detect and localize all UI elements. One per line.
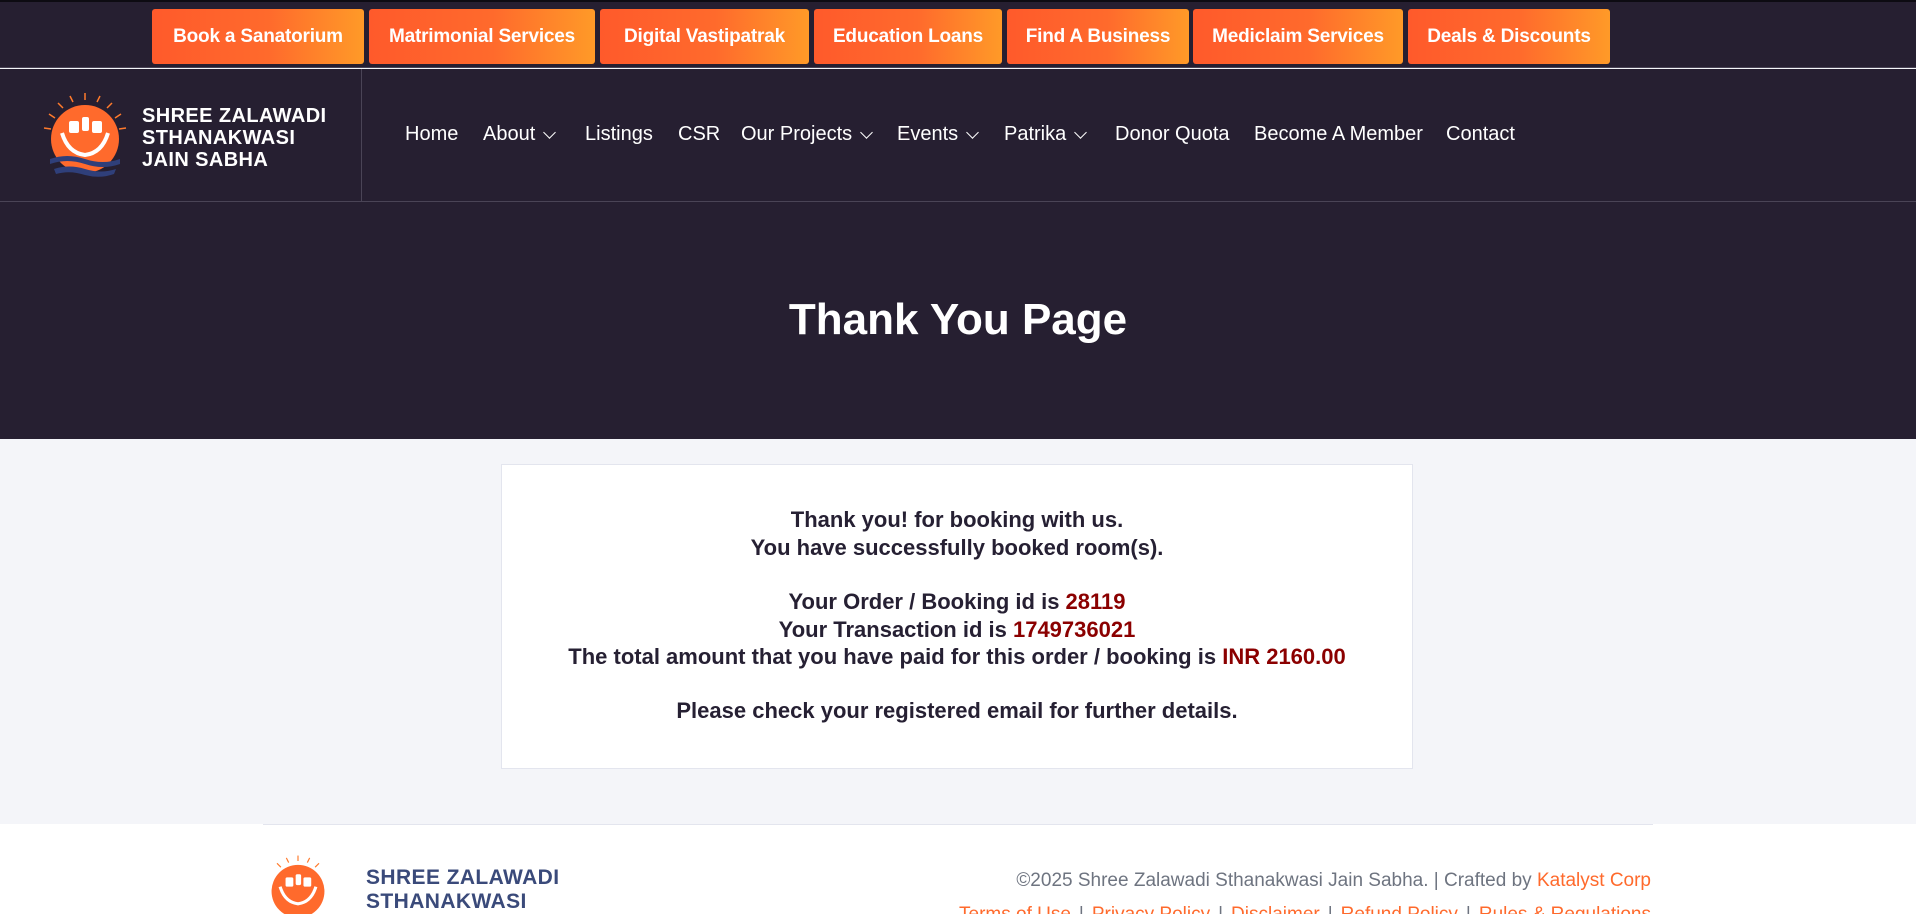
sabha-logo-icon: [43, 93, 127, 177]
nav-patrika-label: Patrika: [1004, 123, 1067, 145]
disclaimer-link[interactable]: Disclaimer: [1231, 904, 1320, 914]
chevron-down-icon: [860, 125, 874, 139]
service-bar: Book a Sanatorium Matrimonial Services D…: [0, 0, 1916, 68]
nav-donor-quota[interactable]: Donor Quota: [1115, 123, 1230, 146]
page-hero: Thank You Page: [0, 202, 1916, 439]
nav-become-member[interactable]: Become A Member: [1254, 123, 1423, 146]
logo-line-1: SHREE ZALAWADI: [142, 105, 327, 127]
nav-csr-label: CSR: [678, 123, 721, 145]
nav-about-label: About: [483, 123, 536, 145]
rules-regulations-link[interactable]: Rules & Regulations: [1479, 904, 1651, 914]
footer-logo-line-2: STHANAKWASI: [366, 890, 527, 913]
nav-contact[interactable]: Contact: [1446, 123, 1515, 146]
nav-our-projects-label: Our Projects: [741, 123, 853, 145]
site-logo-link[interactable]: SHREE ZALAWADI STHANAKWASI JAIN SABHA: [0, 69, 362, 201]
book-sanatorium-button[interactable]: Book a Sanatorium: [152, 9, 364, 64]
footer-divider: [263, 824, 1653, 825]
transaction-id-line: Your Transaction id is 1749736021: [502, 617, 1412, 643]
refund-policy-link[interactable]: Refund Policy: [1341, 904, 1458, 914]
thanks-message: Thank you! for booking with us.: [790, 507, 1124, 532]
deals-discounts-button[interactable]: Deals & Discounts: [1408, 9, 1610, 64]
amount-value: INR 2160.00: [1222, 644, 1346, 669]
logo-line-2: STHANAKWASI: [142, 127, 296, 149]
terms-of-use-link[interactable]: Terms of Use: [959, 904, 1071, 914]
privacy-policy-link[interactable]: Privacy Policy: [1092, 904, 1210, 914]
education-loans-button[interactable]: Education Loans: [814, 9, 1002, 64]
order-id-prefix: Your Order / Booking id is: [788, 589, 1066, 614]
footer-logo-text: SHREE ZALAWADI STHANAKWASI: [366, 866, 559, 914]
digital-vastipatrak-button[interactable]: Digital Vastipatrak: [600, 9, 809, 64]
mediclaim-services-button[interactable]: Mediclaim Services: [1193, 9, 1403, 64]
link-separator: |: [1218, 904, 1223, 914]
nav-contact-label: Contact: [1446, 123, 1515, 145]
footer-logo-icon[interactable]: [263, 854, 333, 914]
booking-confirmation-card: Thank you! for booking with us. You have…: [501, 464, 1413, 769]
nav-csr[interactable]: CSR: [678, 123, 720, 146]
nav-listings[interactable]: Listings: [585, 123, 653, 146]
nav-events-label: Events: [897, 123, 959, 145]
footer-links: Terms of Use | Privacy Policy | Disclaimer | R…: [959, 904, 1651, 914]
site-header: SHREE ZALAWADI STHANAKWASI JAIN SABHA Ho…: [0, 69, 1916, 202]
page-title: Thank You Page: [788, 295, 1128, 344]
order-id-line: Your Order / Booking id is 28119: [502, 589, 1412, 615]
nav-our-projects[interactable]: Our Projects: [741, 123, 874, 146]
nav-listings-label: Listings: [585, 123, 653, 145]
nav-home-label: Home: [405, 123, 459, 145]
amount-prefix: The total amount that you have paid for …: [568, 644, 1223, 669]
nav-donor-quota-label: Donor Quota: [1115, 123, 1230, 145]
copyright-label: ©2025 Shree Zalawadi Sthanakwasi Jain Sa…: [1016, 870, 1537, 891]
email-note: Please check your registered email for f…: [676, 698, 1238, 723]
success-message: You have successfully booked room(s).: [750, 535, 1164, 560]
transaction-id-prefix: Your Transaction id is: [778, 617, 1013, 642]
copyright-text: ©2025 Shree Zalawadi Sthanakwasi Jain Sa…: [1016, 870, 1651, 892]
amount-line: The total amount that you have paid for …: [502, 644, 1412, 670]
link-separator: |: [1466, 904, 1471, 914]
logo-line-3: JAIN SABHA: [142, 149, 269, 171]
link-separator: |: [1079, 904, 1084, 914]
nav-about[interactable]: About: [483, 123, 557, 146]
footer-logo-line-1: SHREE ZALAWADI: [366, 866, 560, 889]
nav-events[interactable]: Events: [897, 123, 980, 146]
link-separator: |: [1328, 904, 1333, 914]
site-footer: SHREE ZALAWADI STHANAKWASI ©2025 Shree Z…: [0, 824, 1916, 914]
find-a-business-button[interactable]: Find A Business: [1007, 9, 1189, 64]
nav-patrika[interactable]: Patrika: [1004, 123, 1088, 146]
transaction-id-value: 1749736021: [1012, 617, 1136, 642]
logo-text: SHREE ZALAWADI STHANAKWASI JAIN SABHA: [142, 105, 327, 171]
katalyst-corp-link[interactable]: Katalyst Corp: [1537, 870, 1651, 891]
matrimonial-services-button[interactable]: Matrimonial Services: [369, 9, 595, 64]
chevron-down-icon: [966, 125, 980, 139]
order-id-value: 28119: [1065, 589, 1126, 614]
nav-become-member-label: Become A Member: [1254, 123, 1423, 145]
chevron-down-icon: [1074, 125, 1088, 139]
nav-home[interactable]: Home: [405, 123, 458, 146]
chevron-down-icon: [543, 125, 557, 139]
